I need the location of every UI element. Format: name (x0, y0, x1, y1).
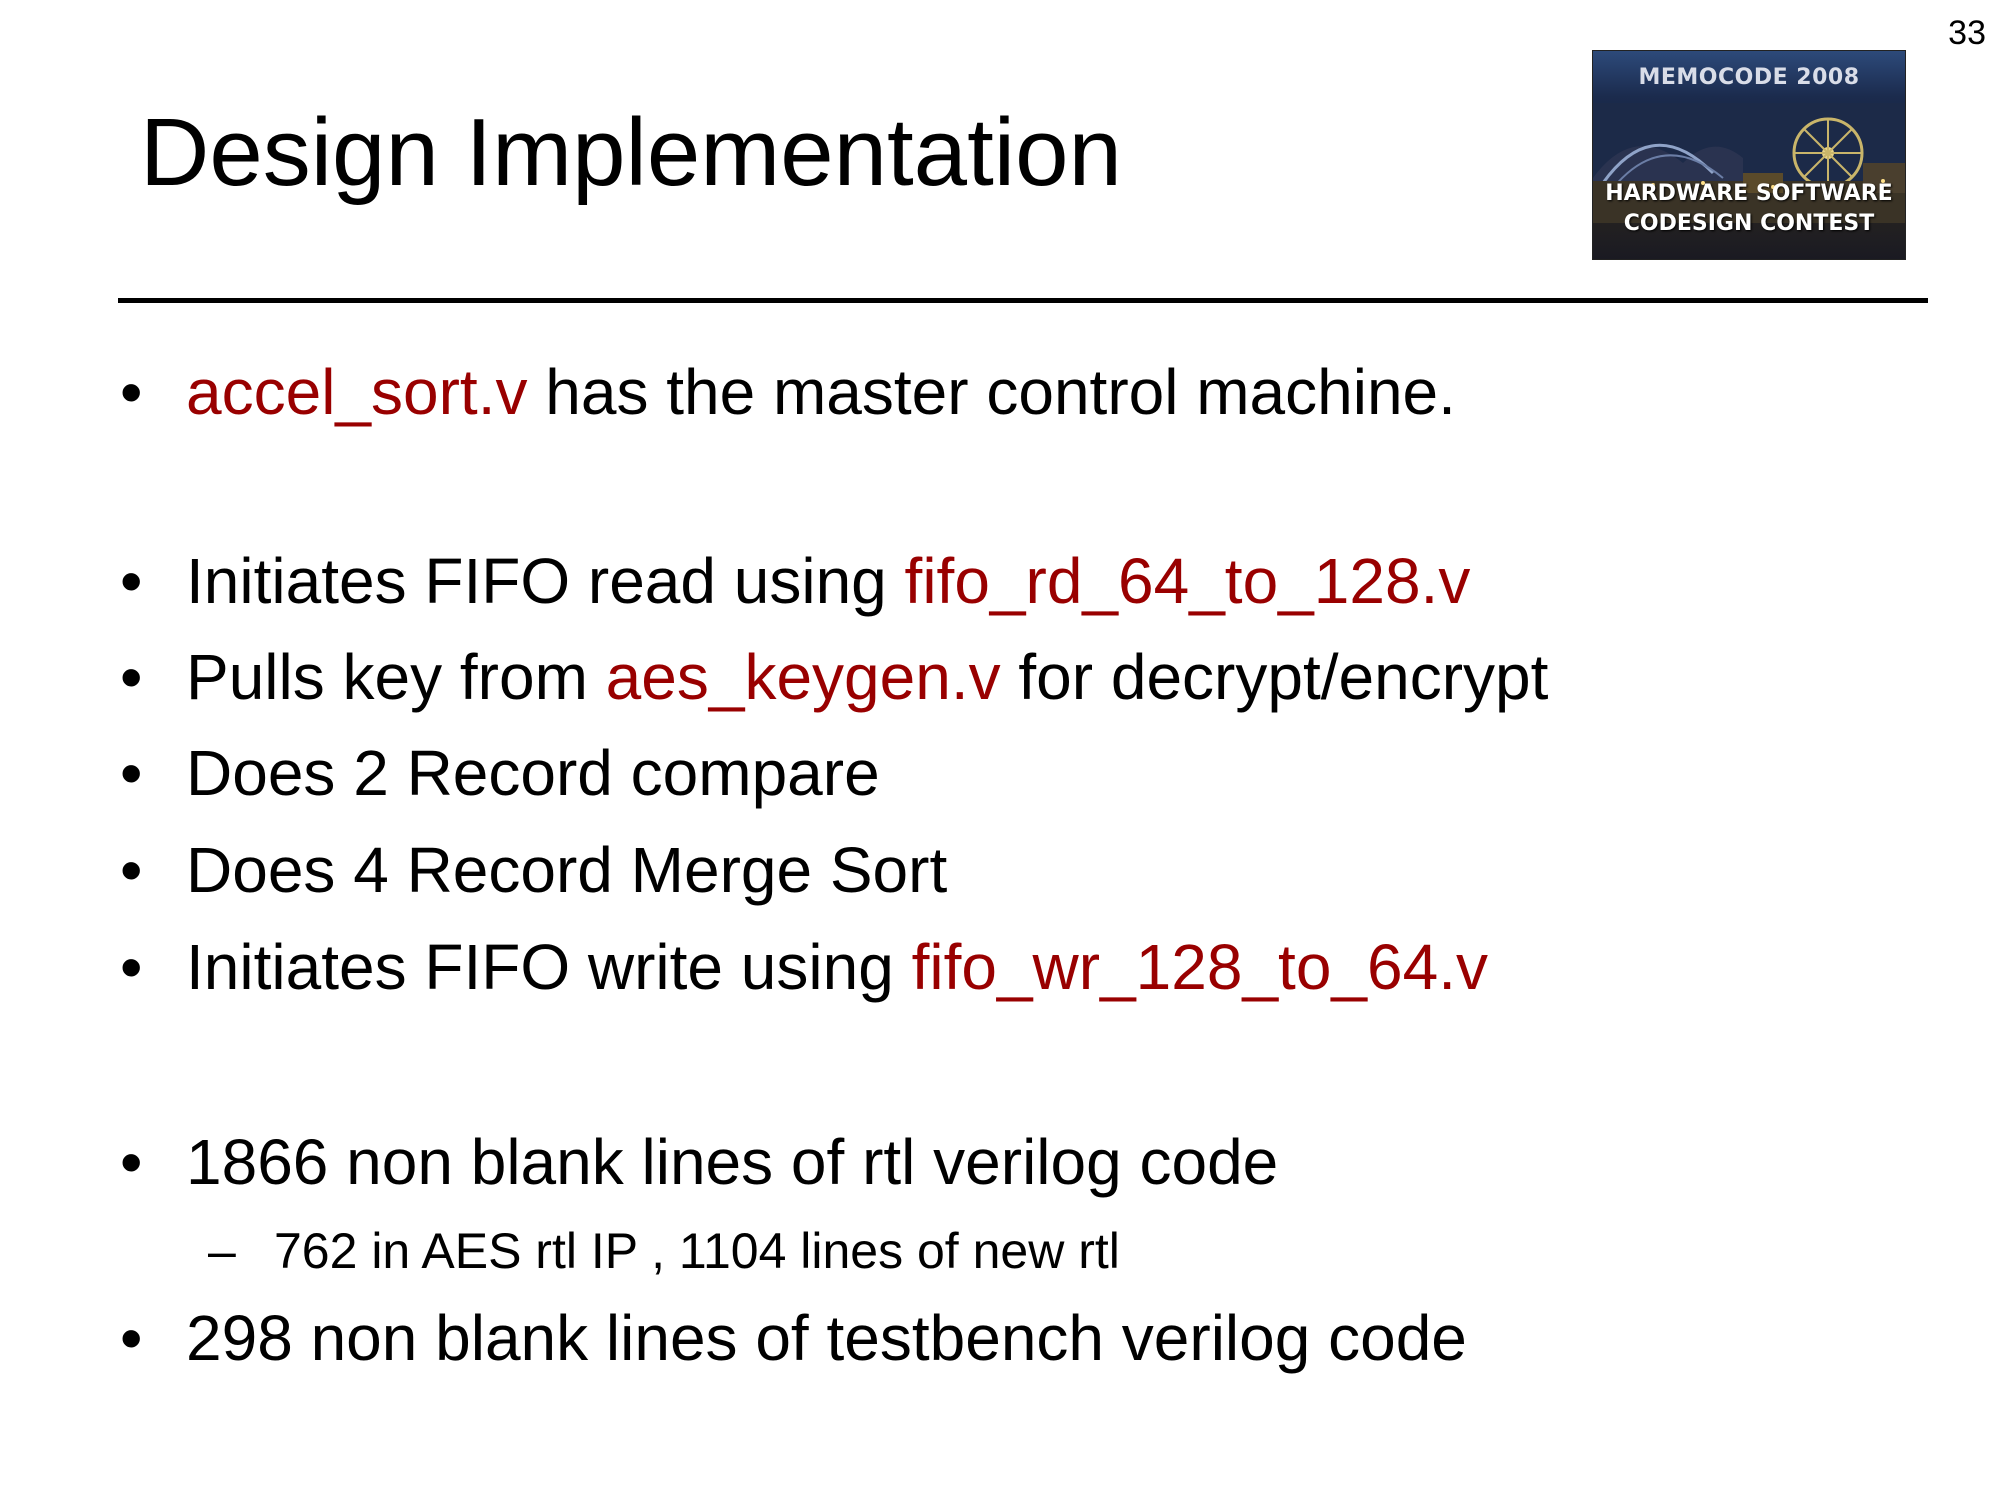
bullet-marker: • (120, 545, 143, 617)
file-name: fifo_wr_128_to_64.v (911, 931, 1488, 1003)
bullet-text: 1866 non blank lines of rtl verilog code (186, 1126, 1279, 1198)
bullet-marker: • (120, 931, 143, 1003)
file-name: fifo_rd_64_to_128.v (904, 545, 1471, 617)
memocode-logo: MEMOCODE 2008 HARDWARE SOFTWARE CODESIGN… (1592, 50, 1906, 260)
bullet-text: Pulls key from (186, 641, 606, 713)
bullet-marker: • (120, 834, 143, 906)
bullet-marker: • (120, 1302, 143, 1374)
sub-bullet-marker: – (208, 1223, 236, 1279)
slide-title: Design Implementation (140, 99, 1122, 206)
bullet-marker: • (120, 1126, 143, 1198)
slide-number: 33 (1948, 14, 1986, 52)
title-rule (118, 298, 1928, 303)
bullet-text: 298 non blank lines of testbench verilog… (186, 1302, 1467, 1374)
bullet-text: Does 4 Record Merge Sort (186, 834, 948, 906)
file-name: aes_keygen.v (605, 641, 1001, 713)
sub-bullet-text: 762 in AES rtl IP , 1104 lines of new rt… (274, 1223, 1120, 1279)
bullet-text: Initiates FIFO read using (186, 545, 905, 617)
bullet-text: Does 2 Record compare (186, 737, 880, 809)
bullet-marker: • (120, 356, 143, 428)
bullet-marker: • (120, 737, 143, 809)
bullet-text: for decrypt/encrypt (1000, 641, 1549, 713)
bullet-text: Initiates FIFO write using (186, 931, 912, 1003)
logo-bottom-line2: CODESIGN CONTEST (1623, 211, 1875, 236)
file-name: accel_sort.v (186, 356, 528, 428)
logo-bottom-line1: HARDWARE SOFTWARE (1605, 181, 1893, 206)
logo-bottom-text: HARDWARE SOFTWARE CODESIGN CONTEST (1593, 179, 1905, 239)
bullet-marker: • (120, 641, 143, 713)
bullet-text: has the master control machine. (527, 356, 1456, 428)
logo-top-text: MEMOCODE 2008 (1638, 65, 1860, 90)
